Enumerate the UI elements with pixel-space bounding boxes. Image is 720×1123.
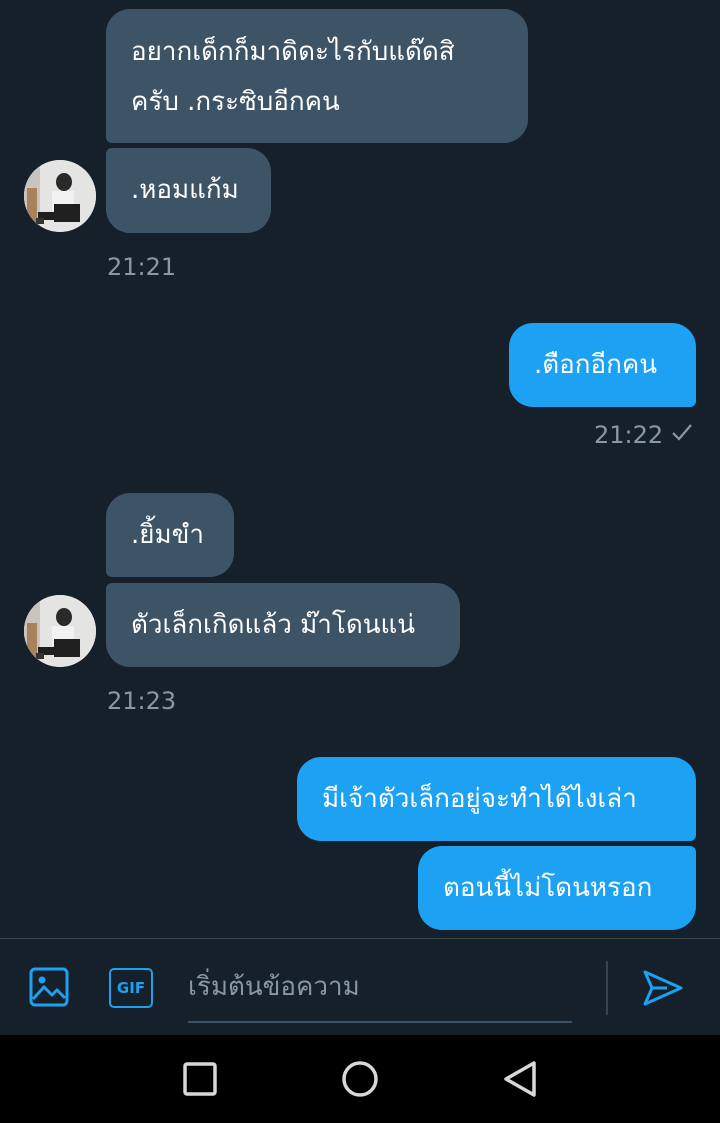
message-text: มีเจ้าตัวเล็กอยู่จะทำได้ไงเล่า [322, 784, 637, 814]
message-text: ตอนนี้ไม่โดนหรอก [443, 873, 653, 903]
message-text: อยากเด็กก็มาดิดะไรกับแด๊ดสิ [131, 37, 455, 67]
message-bubble-incoming[interactable]: อยากเด็กก็มาดิดะไรกับแด๊ดสิ ครับ .กระซิบ… [106, 9, 528, 143]
message-timestamp: 21:22 [594, 421, 664, 449]
gif-icon[interactable]: GIF [109, 968, 153, 1008]
message-text: ครับ .กระซิบอีกคน [131, 87, 340, 117]
system-nav-bar [0, 1035, 720, 1123]
message-bubble-outgoing[interactable]: .ตือกอีกคน [509, 323, 696, 407]
message-text: .ตือกอีกคน [534, 350, 658, 380]
conversation: อยากเด็กก็มาดิดะไรกับแด๊ดสิ ครับ .กระซิบ… [0, 0, 720, 938]
message-timestamp: 21:21 [107, 253, 177, 281]
avatar[interactable] [24, 595, 96, 667]
send-icon[interactable] [641, 966, 685, 1010]
composer-divider [606, 961, 608, 1015]
message-text: .ยิ้มขำ [131, 520, 205, 550]
image-icon[interactable] [28, 966, 70, 1008]
message-text: .หอมแก้ม [131, 175, 239, 205]
avatar-photo [24, 160, 96, 232]
message-bubble-incoming[interactable]: ตัวเล็กเกิดแล้ว ม๊าโดนแน่ [106, 583, 460, 667]
message-composer: GIF [0, 938, 720, 1036]
message-bubble-outgoing[interactable]: ตอนนี้ไม่โดนหรอก [418, 846, 696, 930]
recents-icon[interactable] [182, 1061, 218, 1097]
avatar-photo [24, 595, 96, 667]
message-input[interactable] [188, 959, 572, 1015]
message-input-container [188, 959, 572, 1023]
home-icon[interactable] [340, 1059, 380, 1099]
message-bubble-outgoing[interactable]: มีเจ้าตัวเล็กอยู่จะทำได้ไงเล่า [297, 757, 696, 841]
avatar[interactable] [24, 160, 96, 232]
gif-label: GIF [116, 979, 146, 997]
message-timestamp: 21:23 [107, 687, 177, 715]
message-bubble-incoming[interactable]: .ยิ้มขำ [106, 493, 234, 577]
back-icon[interactable] [500, 1059, 540, 1099]
message-bubble-incoming[interactable]: .หอมแก้ม [106, 148, 271, 233]
check-icon [672, 424, 692, 441]
message-text: ตัวเล็กเกิดแล้ว ม๊าโดนแน่ [131, 610, 416, 640]
